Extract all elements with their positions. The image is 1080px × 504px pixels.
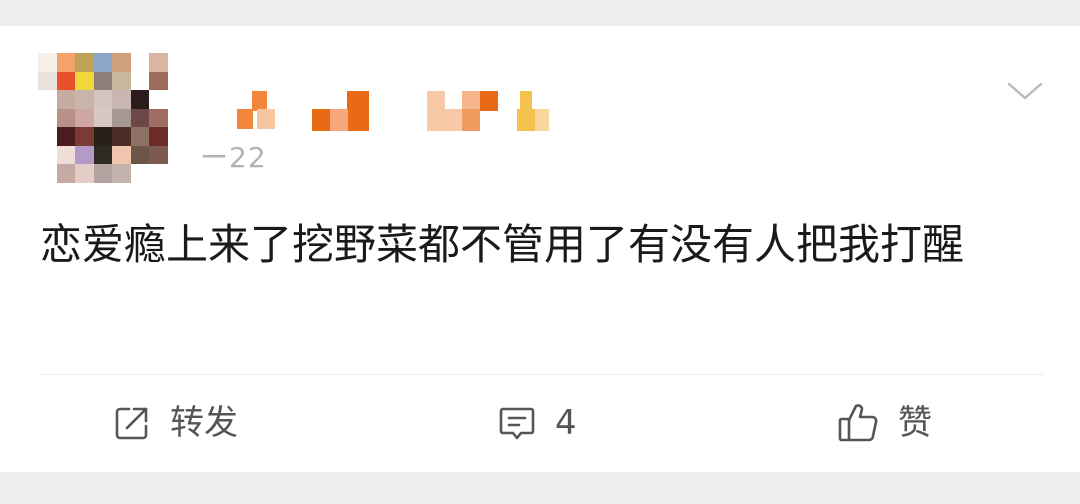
- chevron-down-icon: [1007, 82, 1043, 100]
- more-options-button[interactable]: [1005, 76, 1045, 106]
- username[interactable]: [222, 91, 562, 131]
- top-separator: [0, 0, 1080, 26]
- thumbs-up-icon: [838, 404, 878, 442]
- divider: [40, 374, 1044, 375]
- repost-label: 转发: [170, 403, 238, 443]
- username-label: [222, 91, 223, 92]
- comment-count: 4: [555, 403, 577, 443]
- post-text: 恋爱瘾上来了挖野菜都不管用了有没有人把我打醒: [40, 220, 965, 269]
- comment-icon: [499, 407, 535, 440]
- like-button[interactable]: 赞: [836, 398, 932, 448]
- repost-button[interactable]: 转发: [112, 398, 238, 448]
- like-label: 赞: [898, 403, 932, 443]
- avatar[interactable]: [38, 53, 168, 183]
- timestamp: ー22: [200, 141, 267, 174]
- comment-button[interactable]: 4: [497, 398, 577, 448]
- bottom-separator: [0, 472, 1080, 504]
- post-card: ー22 恋爱瘾上来了挖野菜都不管用了有没有人把我打醒 转发 4 赞: [0, 26, 1080, 472]
- share-icon: [115, 407, 148, 440]
